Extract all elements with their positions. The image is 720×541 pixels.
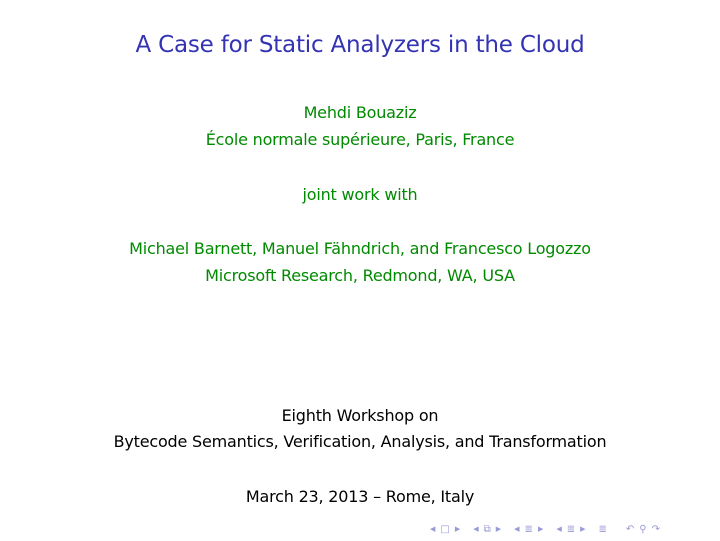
- forward-icon[interactable]: ↷: [652, 524, 660, 535]
- search-icon[interactable]: ⚲: [639, 524, 646, 535]
- joint-work-label: joint work with: [302, 185, 418, 204]
- author-affiliation: École normale supérieure, Paris, France: [205, 130, 515, 149]
- slide-title: A Case for Static Analyzers in the Cloud: [135, 32, 585, 58]
- document-icon[interactable]: ≣: [599, 524, 607, 535]
- subsection-nav: ◀ ⧉ ▶: [473, 524, 506, 535]
- event-title: Eighth Workshop on: [281, 406, 439, 425]
- section-icon[interactable]: ≣: [525, 524, 533, 535]
- frame-next-icon[interactable]: ▶: [455, 525, 460, 533]
- subsection-next2-icon[interactable]: ▶: [580, 525, 585, 533]
- event-name: Bytecode Semantics, Verification, Analys…: [113, 432, 607, 451]
- search-nav: ↶ ⚲ ↷: [626, 524, 665, 535]
- subsection-next-icon[interactable]: ▶: [496, 525, 501, 533]
- subsection-prev2-icon[interactable]: ◀: [556, 525, 561, 533]
- section-next-icon[interactable]: ▶: [538, 525, 543, 533]
- subsection2-icon[interactable]: ≣: [567, 524, 575, 535]
- date-place: March 23, 2013 – Rome, Italy: [245, 487, 475, 506]
- coauthors: Michael Barnett, Manuel Fähndrich, and F…: [129, 239, 591, 258]
- frame-nav: ◀ □ ▶: [430, 524, 465, 535]
- frame-icon[interactable]: □: [440, 524, 449, 535]
- subsection-icon[interactable]: ⧉: [484, 524, 491, 535]
- document-nav: ≣: [599, 524, 612, 535]
- back-icon[interactable]: ↶: [626, 524, 634, 535]
- author-name: Mehdi Bouaziz: [303, 103, 417, 122]
- beamer-navigation-bar: ◀ □ ▶ ◀ ⧉ ▶ ◀ ≣ ▶ ◀ ≣ ▶ ≣ ↶ ⚲ ↷: [430, 519, 720, 539]
- section-nav: ◀ ≣ ▶: [514, 524, 548, 535]
- coauthor-affiliation: Microsoft Research, Redmond, WA, USA: [205, 266, 515, 285]
- section-prev-icon[interactable]: ◀: [514, 525, 519, 533]
- frame-prev-icon[interactable]: ◀: [430, 525, 435, 533]
- subsection-prev-icon[interactable]: ◀: [473, 525, 478, 533]
- subsection-nav-2: ◀ ≣ ▶: [556, 524, 590, 535]
